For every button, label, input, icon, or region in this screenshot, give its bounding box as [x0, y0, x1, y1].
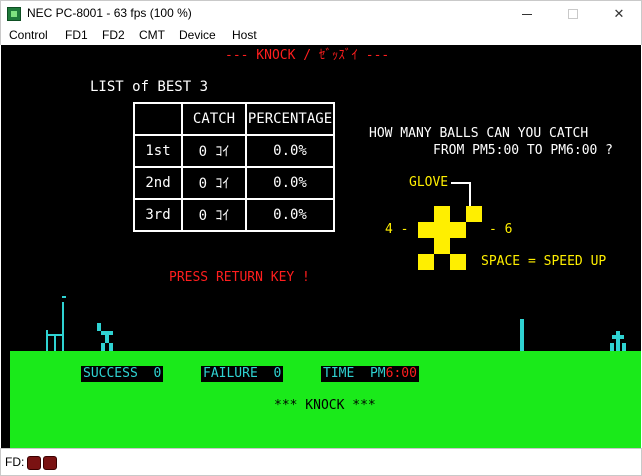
menu-control[interactable]: Control	[9, 28, 48, 42]
failure-value: 0	[273, 366, 282, 381]
close-button[interactable]: ✕	[596, 1, 642, 27]
menu-bar: Control FD1 FD2 CMT Device Host	[0, 26, 642, 45]
playing-field: SUCCESS 0 FAILURE 0 TIME PM6:00 *** KNOC…	[10, 351, 641, 448]
menu-fd1[interactable]: FD1	[65, 28, 88, 42]
failure-label: FAILURE	[203, 366, 258, 381]
left-key-hint: 4 -	[385, 222, 409, 237]
table-header-cell	[133, 102, 183, 136]
catch-cell: 0 ｺｲ	[181, 166, 247, 200]
glove-pointer-line	[469, 182, 471, 206]
success-counter: SUCCESS 0	[81, 366, 164, 382]
table-row: 1st 0 ｺｲ 0.0%	[133, 134, 335, 168]
success-value: 0	[153, 366, 162, 381]
batter-icon	[109, 343, 113, 351]
glove-pixel	[466, 206, 482, 222]
fd1-access-led	[27, 456, 41, 470]
menu-cmt[interactable]: CMT	[139, 28, 165, 42]
right-key-hint: - 6	[489, 222, 513, 237]
percentage-cell: 0.0%	[245, 134, 335, 168]
glove-label: GLOVE	[409, 175, 449, 190]
time-display: TIME PM6:00	[321, 366, 419, 382]
glove-pixel	[418, 222, 434, 238]
speed-hint: SPACE = SPEED UP	[481, 254, 607, 269]
catch-cell: 0 ｺｲ	[181, 134, 247, 168]
glove-pixel	[434, 238, 450, 254]
window-title: NEC PC-8001 - 63 fps (100 %)	[27, 6, 192, 20]
fielder-icon	[622, 343, 626, 351]
question-line-1: HOW MANY BALLS CAN YOU CATCH	[369, 126, 589, 141]
glove-pixel	[450, 222, 466, 238]
glove-pixel	[434, 222, 450, 238]
fd2-access-led	[43, 456, 57, 470]
emulator-screen[interactable]: --- KNOCK / ｾﾞｯｽﾞｲ --- LIST of BEST 3 CA…	[1, 45, 641, 448]
best-scores-table: CATCH PERCENTAGE 1st 0 ｺｲ 0.0% 2nd 0 ｺｲ …	[133, 102, 335, 232]
field-pole	[520, 319, 524, 351]
menu-fd2[interactable]: FD2	[102, 28, 125, 42]
maximize-button[interactable]	[550, 1, 596, 27]
table-row: 3rd 0 ｺｲ 0.0%	[133, 198, 335, 232]
table-header-row: CATCH PERCENTAGE	[133, 102, 335, 136]
maximize-icon	[568, 9, 578, 19]
rank-cell: 1st	[133, 134, 183, 168]
failure-counter: FAILURE 0	[201, 366, 284, 382]
minimize-icon	[522, 13, 532, 15]
press-return-prompt: PRESS RETURN KEY !	[169, 270, 310, 285]
table-row: 2nd 0 ｺｲ 0.0%	[133, 166, 335, 200]
title-bar: NEC PC-8001 - 63 fps (100 %) ✕	[0, 0, 642, 26]
success-label: SUCCESS	[83, 366, 138, 381]
menu-host[interactable]: Host	[232, 28, 257, 42]
minimize-button[interactable]	[504, 1, 550, 27]
footer-title: *** KNOCK ***	[274, 398, 376, 413]
batter-icon	[101, 343, 105, 351]
table-header-cell: CATCH	[181, 102, 247, 136]
time-value: 6:00	[385, 366, 417, 381]
fd-status-label: FD:	[5, 455, 25, 469]
close-icon: ✕	[613, 6, 625, 21]
time-label: TIME	[323, 366, 355, 381]
best-list-title: LIST of BEST 3	[90, 79, 209, 95]
glove-pixel	[450, 254, 466, 270]
goal-post	[62, 302, 64, 351]
glove-pixel	[418, 254, 434, 270]
percentage-cell: 0.0%	[245, 198, 335, 232]
catch-cell: 0 ｺｲ	[181, 198, 247, 232]
status-bar: FD:	[0, 448, 642, 476]
pc-8001-icon	[7, 7, 21, 21]
time-prefix: PM	[369, 366, 386, 381]
fielder-icon	[616, 331, 620, 351]
goal-net	[54, 334, 56, 351]
question-line-2: FROM PM5:00 TO PM6:00 ?	[433, 143, 614, 158]
fielder-icon	[610, 343, 614, 351]
table-header-cell: PERCENTAGE	[245, 102, 335, 136]
batter-icon	[105, 335, 109, 343]
menu-device[interactable]: Device	[179, 28, 216, 42]
glove-pointer-line	[451, 182, 471, 184]
batter-icon	[97, 323, 101, 331]
rank-cell: 2nd	[133, 166, 183, 200]
goal-post	[62, 296, 66, 298]
game-header: --- KNOCK / ｾﾞｯｽﾞｲ ---	[225, 48, 390, 63]
glove-pixel	[434, 206, 450, 222]
rank-cell: 3rd	[133, 198, 183, 232]
percentage-cell: 0.0%	[245, 166, 335, 200]
